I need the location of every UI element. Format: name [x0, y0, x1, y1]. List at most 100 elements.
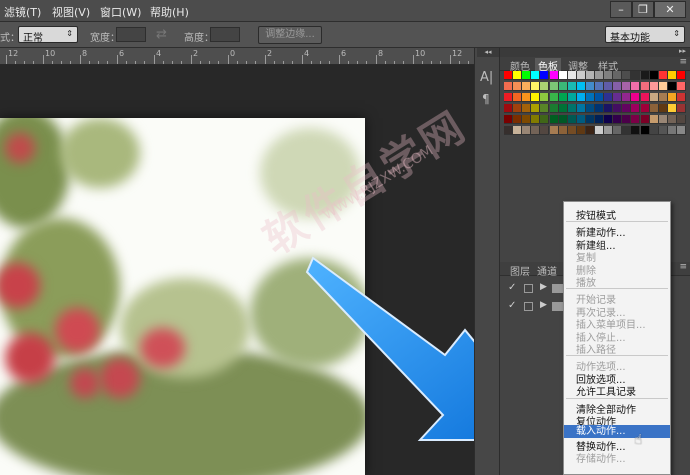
color-swatch[interactable]	[576, 82, 586, 91]
color-swatch[interactable]	[504, 93, 513, 102]
color-swatch[interactable]	[531, 93, 541, 102]
color-swatch[interactable]	[549, 115, 559, 124]
collapse-arrows-icon[interactable]: ▸▸	[679, 47, 686, 55]
color-swatch[interactable]	[595, 115, 604, 124]
color-swatch[interactable]	[540, 82, 550, 91]
restore-button[interactable]: ❐	[632, 1, 654, 18]
color-swatch[interactable]	[576, 115, 586, 124]
color-swatch[interactable]	[595, 82, 604, 91]
color-swatch[interactable]	[558, 71, 568, 80]
color-swatch[interactable]	[522, 71, 532, 80]
color-swatch[interactable]	[504, 71, 513, 80]
color-swatch[interactable]	[549, 104, 559, 113]
color-swatch[interactable]	[531, 82, 541, 91]
color-swatch[interactable]	[649, 115, 659, 124]
color-swatch[interactable]	[667, 104, 677, 113]
color-swatch[interactable]	[540, 104, 550, 113]
color-swatch[interactable]	[522, 126, 532, 135]
paragraph-icon[interactable]: ¶	[482, 92, 490, 106]
color-swatch[interactable]	[504, 104, 513, 113]
collapse-arrows-icon[interactable]: ◂◂	[477, 48, 499, 57]
color-swatch[interactable]	[649, 71, 659, 80]
color-swatch[interactable]	[604, 71, 614, 80]
swap-icon[interactable]: ⇄	[156, 27, 167, 42]
color-swatch[interactable]	[676, 71, 686, 80]
character-icon[interactable]: A|	[480, 70, 493, 85]
color-swatch[interactable]	[540, 115, 550, 124]
color-swatch[interactable]	[658, 126, 668, 135]
menu-window[interactable]: 窗口(W)	[100, 4, 141, 20]
color-swatch[interactable]	[676, 126, 686, 135]
checkmark-icon[interactable]: ✓	[508, 282, 516, 293]
color-swatch[interactable]	[513, 104, 523, 113]
color-swatch[interactable]	[540, 71, 550, 80]
color-swatch[interactable]	[640, 71, 650, 80]
color-swatch[interactable]	[631, 71, 641, 80]
color-swatch[interactable]	[595, 104, 604, 113]
color-swatch[interactable]	[622, 104, 632, 113]
color-swatch[interactable]	[522, 82, 532, 91]
color-swatch[interactable]	[585, 71, 595, 80]
color-swatch[interactable]	[676, 93, 686, 102]
expand-triangle-icon[interactable]: ▶	[540, 282, 547, 292]
menu-item[interactable]: 允许工具记录	[576, 383, 636, 398]
color-swatch[interactable]	[531, 115, 541, 124]
color-swatch[interactable]	[658, 93, 668, 102]
color-swatch[interactable]	[676, 82, 686, 91]
dialog-toggle-icon[interactable]	[524, 284, 533, 293]
color-swatch[interactable]	[558, 126, 568, 135]
color-swatch[interactable]	[667, 82, 677, 91]
color-swatch[interactable]	[567, 115, 577, 124]
color-swatch[interactable]	[631, 82, 641, 91]
color-swatch[interactable]	[576, 93, 586, 102]
style-dropdown[interactable]: 正常 ⇕	[18, 26, 78, 44]
color-swatch[interactable]	[631, 93, 641, 102]
color-swatch[interactable]	[676, 104, 686, 113]
tab-adjustments[interactable]: 调整	[568, 58, 588, 73]
action-row[interactable]: ✓ ▶	[504, 300, 564, 314]
color-swatch[interactable]	[613, 93, 623, 102]
color-swatch[interactable]	[558, 115, 568, 124]
color-swatch[interactable]	[604, 126, 614, 135]
minimize-button[interactable]: –	[610, 1, 632, 18]
color-swatch[interactable]	[631, 126, 641, 135]
color-swatch[interactable]	[504, 82, 513, 91]
color-swatch[interactable]	[658, 115, 668, 124]
color-swatch[interactable]	[504, 115, 513, 124]
action-row[interactable]: ✓ ▶	[504, 282, 564, 296]
color-swatch[interactable]	[567, 82, 577, 91]
color-swatch[interactable]	[504, 126, 513, 135]
color-swatch[interactable]	[549, 71, 559, 80]
color-swatch[interactable]	[567, 93, 577, 102]
color-swatch[interactable]	[631, 115, 641, 124]
expand-triangle-icon[interactable]: ▶	[540, 300, 547, 310]
color-swatch[interactable]	[667, 126, 677, 135]
menu-help[interactable]: 帮助(H)	[150, 4, 189, 20]
color-swatch[interactable]	[622, 126, 632, 135]
menu-filter[interactable]: 滤镜(T)	[4, 4, 41, 20]
menu-item[interactable]: 按钮模式	[576, 207, 616, 222]
color-swatch[interactable]	[531, 126, 541, 135]
tab-color[interactable]: 颜色	[510, 58, 530, 73]
panel-menu-icon[interactable]: ≡	[679, 57, 687, 67]
panel-menu-icon[interactable]: ≡	[679, 262, 687, 272]
color-swatch[interactable]	[567, 104, 577, 113]
color-swatch[interactable]	[604, 104, 614, 113]
color-swatch[interactable]	[558, 82, 568, 91]
color-swatch[interactable]	[513, 115, 523, 124]
workspace-dropdown[interactable]: 基本功能 ⇕	[605, 26, 685, 44]
color-swatch[interactable]	[522, 104, 532, 113]
color-swatch[interactable]	[585, 115, 595, 124]
color-swatch[interactable]	[595, 93, 604, 102]
color-swatch[interactable]	[540, 93, 550, 102]
color-swatch[interactable]	[549, 93, 559, 102]
color-swatch[interactable]	[540, 126, 550, 135]
color-swatch[interactable]	[640, 104, 650, 113]
color-swatch[interactable]	[649, 82, 659, 91]
color-swatch[interactable]	[631, 104, 641, 113]
color-swatch[interactable]	[667, 115, 677, 124]
color-swatch[interactable]	[622, 71, 632, 80]
width-field[interactable]	[116, 27, 146, 42]
tab-channels[interactable]: 通道	[537, 263, 557, 278]
color-swatch[interactable]	[667, 93, 677, 102]
